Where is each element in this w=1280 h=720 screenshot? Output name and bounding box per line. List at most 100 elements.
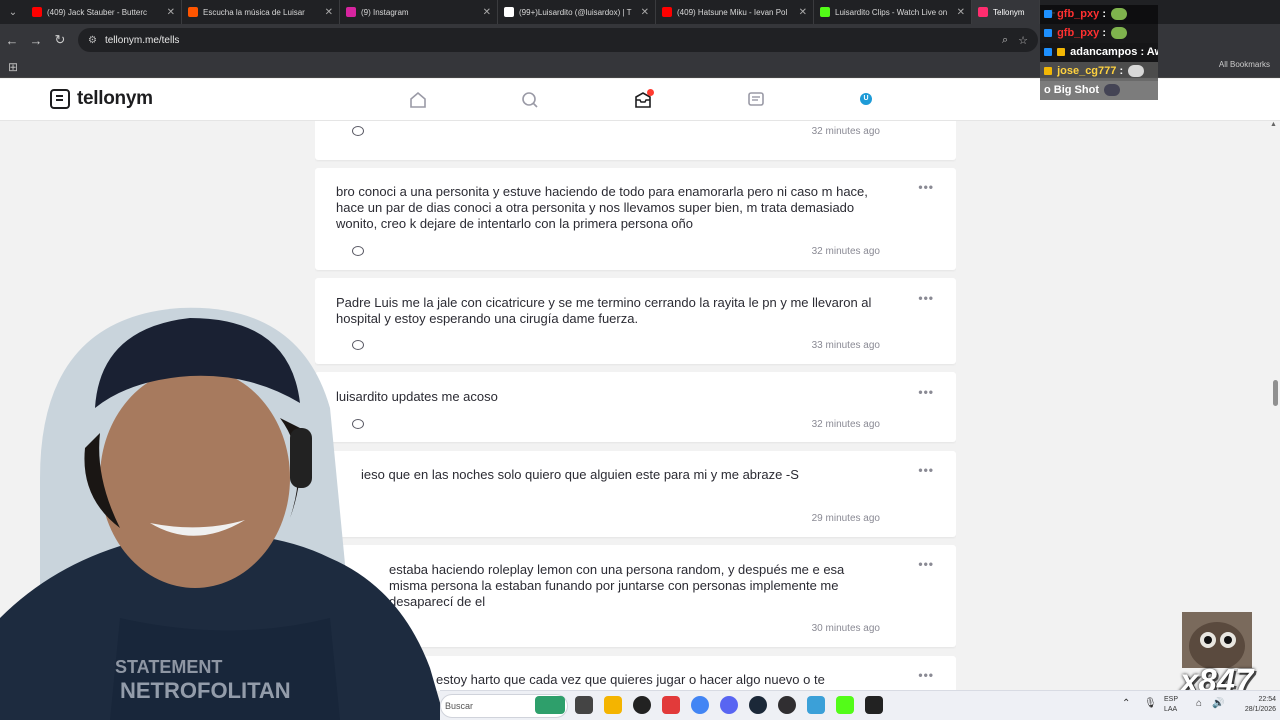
youtube-icon [32,7,42,17]
emote-icon [1111,8,1128,21]
weather-widget-icon[interactable] [535,696,565,714]
svg-text:STATEMENT: STATEMENT [115,657,222,677]
obs-icon[interactable] [778,696,796,714]
network-icon[interactable]: ⌂ [1196,699,1202,709]
chat-message: o Big Shot [1040,81,1158,100]
volume-icon[interactable]: 🔊 [1212,699,1224,709]
clock[interactable]: 22:54 28/1/2026 [1230,695,1276,715]
badge-icon [1044,67,1052,76]
tab-title: (99+)Luisardito (@luisardox) | T [519,7,632,17]
back-icon[interactable]: ← [0,33,24,48]
tell-time: 29 minutes ago [811,513,880,524]
more-options-icon[interactable]: ••• [918,180,934,194]
tell-text: estoy harto que cada vez que quieres jug… [436,672,825,687]
more-options-icon[interactable]: ••• [918,385,934,399]
browser-tab[interactable]: (99+)Luisardito (@luisardox) | T ✕ [498,0,656,24]
tell-time: 30 minutes ago [811,623,880,634]
app-icon[interactable] [865,696,883,714]
chat-username: adancampos [1070,46,1138,58]
tab-title: Tellonym [993,7,1025,17]
reload-icon[interactable]: ↻ [48,32,72,48]
stream-chat-overlay: gfb_pxy : gfb_pxy : adancampos : Aw jose… [1040,5,1158,100]
profile-avatar[interactable]: U [860,93,872,105]
close-tab-icon[interactable]: ✕ [799,7,807,18]
browser-tab-active[interactable]: Tellonym [972,0,1040,24]
streamer-webcam: STATEMENT NETROFOLITAN [0,288,445,720]
chat-username: gfb_pxy [1057,8,1100,20]
close-tab-icon[interactable]: ✕ [957,7,965,18]
app-icon[interactable] [807,696,825,714]
chat-text: : [1102,27,1106,39]
more-options-icon[interactable]: ••• [918,291,934,305]
tell-time: 33 minutes ago [811,340,880,351]
chat-message: adancampos : Aw [1040,43,1158,62]
badge-icon [1057,48,1066,57]
inbox-icon[interactable] [632,89,654,111]
tellonym-logo[interactable]: tellonym [50,88,153,110]
scroll-up-arrow-icon[interactable]: ▲ [1270,121,1277,128]
close-tab-icon[interactable]: ✕ [325,7,333,18]
emote-icon [1128,65,1145,78]
tell-text: bro conoci a una personita y estuve haci… [336,184,868,231]
emote-icon [1104,84,1121,97]
forward-icon[interactable]: → [24,33,48,48]
badge-icon [1044,48,1052,57]
tab-search-icon[interactable]: ⌄ [0,0,26,24]
chrome-icon[interactable] [691,696,709,714]
tellonym-icon [978,7,988,17]
browser-tab[interactable]: Escucha la música de Luisar ✕ [182,0,340,24]
url-text: tellonym.me/tells [104,34,180,46]
all-bookmarks-link[interactable]: All Bookmarks [1219,60,1270,69]
more-options-icon[interactable]: ••• [918,557,934,571]
tab-title: Luisardito Clips - Watch Live on [835,7,948,17]
bookmark-star-icon[interactable]: ☆ [1018,34,1028,47]
close-tab-icon[interactable]: ✕ [483,7,491,18]
kick-icon[interactable] [836,696,854,714]
discord-icon[interactable] [720,696,738,714]
tell-time: 32 minutes ago [811,246,880,257]
zoom-icon[interactable]: ⌕ [1002,34,1008,47]
microphone-icon[interactable]: 🎙 [1144,699,1157,709]
chat-message: jose_cg777 : [1040,62,1158,81]
language-indicator[interactable]: ESP LAA [1164,695,1184,715]
site-settings-icon[interactable]: ⚙ [88,35,97,46]
svg-text:NETROFOLITAN: NETROFOLITAN [120,678,291,703]
browser-tab[interactable]: (409) Jack Stauber - Butterc ✕ [26,0,182,24]
youtube-icon [662,7,672,17]
logo-text: tellonym [77,88,153,109]
tell-time: 32 minutes ago [811,419,880,430]
badge-icon [1044,29,1052,38]
close-tab-icon[interactable]: ✕ [167,7,175,18]
more-options-icon[interactable]: ••• [918,463,934,477]
tellonym-logo-icon [50,89,70,109]
chat-username: gfb_pxy [1057,27,1100,39]
address-bar[interactable]: ⚙ tellonym.me/tells ⌕ ☆ [78,28,1038,52]
close-tab-icon[interactable]: ✕ [641,7,649,18]
browser-tab[interactable]: (409) Hatsune Miku - Ievan Pol ✕ [656,0,814,24]
apps-grid-icon[interactable]: ⊞ [8,60,18,74]
tab-title: Escucha la música de Luisar [203,7,305,17]
task-view-icon[interactable] [575,696,593,714]
clock-time: 22:54 [1258,696,1276,703]
browser-tab[interactable]: (9) Instagram ✕ [340,0,498,24]
search-icon[interactable] [519,89,541,111]
badge-icon [1044,10,1052,19]
reply-icon[interactable] [352,246,364,256]
reply-icon[interactable] [352,126,364,136]
scrollbar-thumb[interactable] [1273,380,1278,406]
app-icon[interactable] [633,696,651,714]
feed-icon[interactable] [745,89,767,111]
more-options-icon[interactable]: ••• [918,668,934,682]
tiktok-icon [504,7,514,17]
page-scrollbar[interactable] [1270,121,1280,691]
browser-tab[interactable]: Luisardito Clips - Watch Live on ✕ [814,0,972,24]
tab-title: (409) Hatsune Miku - Ievan Pol [677,7,788,17]
home-icon[interactable] [407,89,429,111]
soundcloud-icon [188,7,198,17]
tab-title: (9) Instagram [361,7,409,17]
tray-chevron-icon[interactable]: ⌃ [1122,699,1130,709]
app-icon[interactable] [662,696,680,714]
steam-icon[interactable] [749,696,767,714]
file-explorer-icon[interactable] [604,696,622,714]
chat-text: : Aw [1140,46,1158,58]
